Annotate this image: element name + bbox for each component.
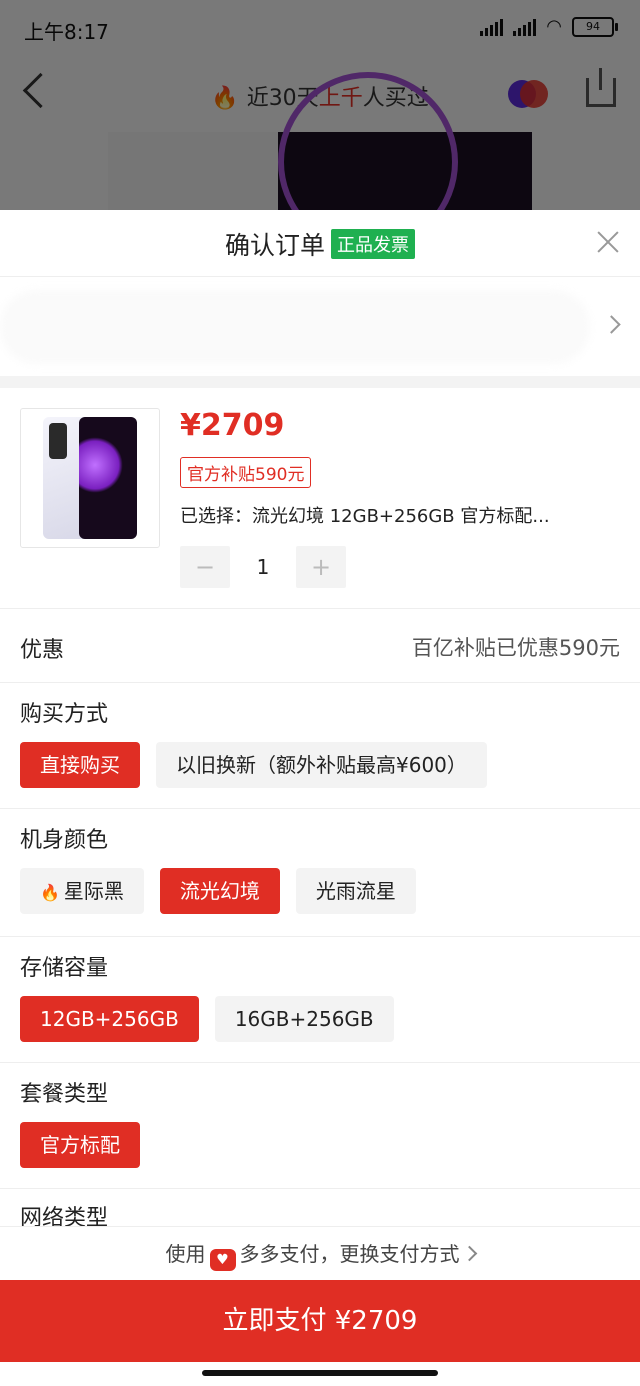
quantity-stepper: − 1 +: [180, 546, 346, 588]
color-option-meteor[interactable]: 光雨流星: [295, 868, 416, 914]
package-label: 套餐类型: [20, 1082, 109, 1107]
background-page: 上午8:17 ◠ 94 🔥近30天上千人买过: [0, 0, 640, 210]
payment-method-row[interactable]: 使用 ♥ 多多支付，更换支付方式: [0, 1226, 640, 1281]
dim-overlay[interactable]: [0, 0, 640, 210]
chevron-right-icon: [602, 315, 621, 334]
purchase-method-label: 购买方式: [20, 702, 109, 727]
option-direct-buy[interactable]: 直接购买: [20, 742, 140, 788]
fire-icon: 🔥: [40, 883, 60, 902]
pay-now-button[interactable]: 立即支付 ¥2709: [0, 1280, 640, 1362]
color-label: 机身颜色: [20, 828, 109, 853]
home-indicator[interactable]: [202, 1370, 438, 1376]
discount-value: 百亿补贴已优惠590元: [411, 636, 620, 660]
storage-option-12-256[interactable]: 12GB+256GB: [20, 996, 199, 1042]
storage-section: 存储容量 12GB+256GB 16GB+256GB: [0, 936, 640, 1063]
payment-text: 多多支付，更换支付方式: [239, 1242, 460, 1266]
color-option-fantasy[interactable]: 流光幻境: [159, 868, 280, 914]
discount-row[interactable]: 优惠 百亿补贴已优惠590元: [0, 608, 640, 683]
subsidy-tag: 官方补贴590元: [180, 457, 312, 488]
address-redacted: [0, 290, 590, 364]
storage-option-16-256[interactable]: 16GB+256GB: [214, 996, 394, 1042]
package-option-standard[interactable]: 官方标配: [20, 1122, 140, 1168]
option-trade-in[interactable]: 以旧换新（额外补贴最高¥600）: [156, 742, 487, 788]
storage-label: 存储容量: [20, 956, 109, 981]
sheet-title-text: 确认订单: [224, 231, 325, 260]
product-card: ¥2709 官方补贴590元 已选择：流光幻境 12GB+256GB 官方标配.…: [0, 388, 640, 609]
address-row[interactable]: [0, 276, 640, 376]
color-option-black-label: 星际黑: [63, 879, 124, 903]
color-option-black[interactable]: 🔥 星际黑: [20, 868, 144, 914]
product-thumbnail[interactable]: [20, 408, 160, 548]
payment-prefix: 使用: [165, 1242, 206, 1266]
sheet-header: 确认订单 正品发票: [0, 210, 640, 277]
close-icon[interactable]: [594, 228, 622, 256]
heart-pay-icon: ♥: [209, 1249, 236, 1271]
minus-button[interactable]: −: [180, 546, 230, 588]
discount-label: 优惠: [20, 638, 65, 663]
product-price: ¥2709: [180, 408, 285, 443]
chevron-right-icon: [461, 1245, 477, 1262]
purchase-method-section: 购买方式 直接购买 以旧换新（额外补贴最高¥600）: [0, 682, 640, 809]
color-section: 机身颜色 🔥 星际黑 流光幻境 光雨流星: [0, 808, 640, 937]
invoice-badge: 正品发票: [331, 229, 415, 259]
divider-band: [0, 376, 640, 388]
selected-spec[interactable]: 已选择：流光幻境 12GB+256GB 官方标配...: [180, 502, 550, 528]
plus-button[interactable]: +: [296, 546, 346, 588]
quantity-value[interactable]: 1: [230, 555, 296, 579]
package-section: 套餐类型 官方标配: [0, 1062, 640, 1189]
sheet-title: 确认订单 正品发票: [0, 226, 640, 262]
order-sheet: 确认订单 正品发票 ¥2709 官方补贴590元 已选择：流光幻境 12GB+25…: [0, 210, 640, 1386]
